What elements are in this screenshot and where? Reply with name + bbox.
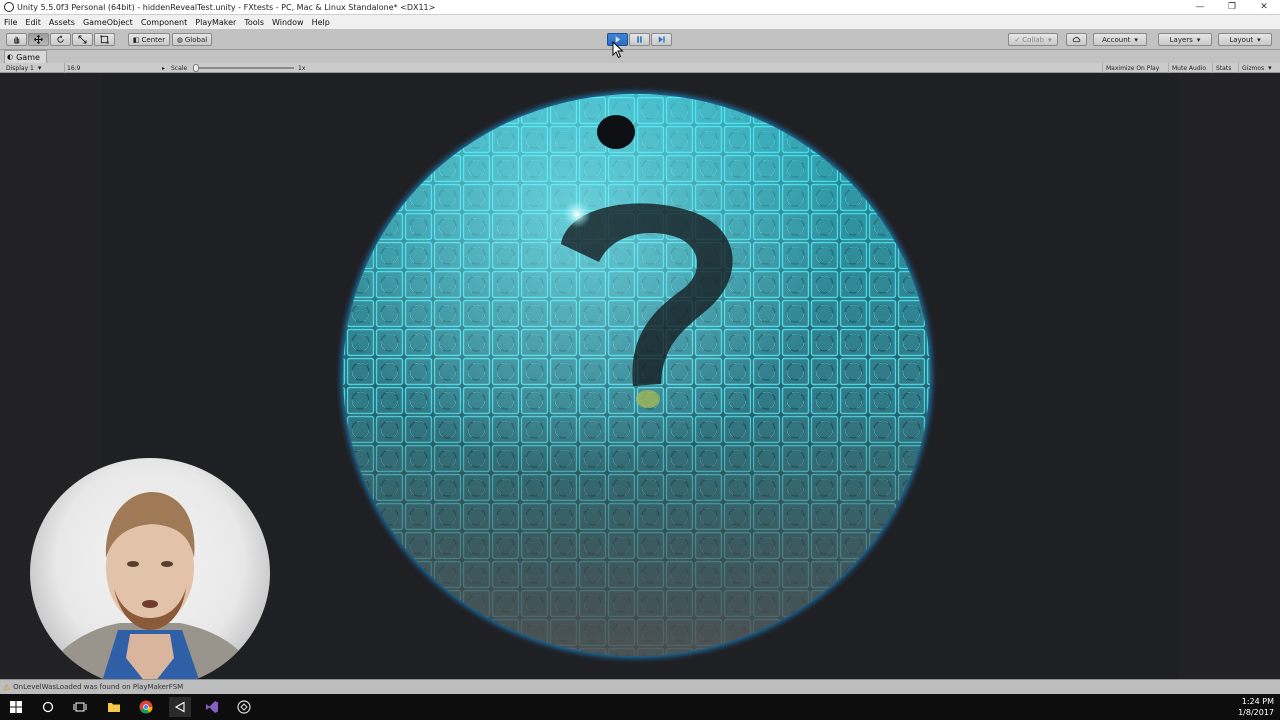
- console-status-bar[interactable]: ⚠ OnLevelWasLoaded was found on PlayMake…: [0, 679, 1280, 694]
- cortana-search-icon[interactable]: [37, 697, 59, 717]
- pause-button[interactable]: [629, 33, 650, 46]
- main-toolbar: ◧ Center ◍ Global ✓ Collab Account Layer…: [0, 29, 1280, 50]
- scale-label: Scale: [171, 64, 188, 72]
- display-dropdown[interactable]: Display 1: [6, 63, 58, 73]
- maximize-on-play-label: Maximize On Play: [1106, 64, 1160, 72]
- check-icon: ✓: [1014, 35, 1021, 44]
- stats-label: Stats: [1216, 64, 1232, 72]
- move-tool-button[interactable]: [28, 33, 49, 46]
- clock-date: 1/8/2017: [1238, 708, 1274, 717]
- visual-studio-icon[interactable]: [201, 697, 223, 717]
- app-circle-icon[interactable]: [233, 697, 255, 717]
- minimize-button[interactable]: —: [1184, 0, 1216, 15]
- hand-tool-button[interactable]: [6, 33, 27, 46]
- hand-icon: [14, 36, 20, 44]
- space-global-toggle[interactable]: ◍ Global: [172, 33, 212, 46]
- menu-playmaker[interactable]: PlayMaker: [195, 18, 236, 27]
- step-button[interactable]: [651, 33, 672, 46]
- game-view-controlbar: Display 1 16:9 ▸ Scale 1x Maximize On Pl…: [0, 63, 1280, 73]
- cloud-button[interactable]: [1066, 33, 1087, 46]
- status-message: OnLevelWasLoaded was found on PlayMakerF…: [13, 683, 184, 691]
- display-label: Display 1: [6, 64, 41, 72]
- layers-dropdown[interactable]: Layers: [1158, 33, 1212, 46]
- menu-help[interactable]: Help: [312, 18, 330, 27]
- game-tab-icon: ◐: [7, 53, 14, 61]
- clock-time: 1:24 PM: [1241, 697, 1274, 706]
- space-global-label: Global: [184, 35, 208, 44]
- mute-audio-toggle[interactable]: Mute Audio: [1168, 63, 1212, 73]
- webcam-overlay: [30, 458, 270, 688]
- presenter-video: [40, 492, 262, 688]
- game-tab-label: Game: [16, 52, 40, 62]
- unity-taskbar-icon[interactable]: [169, 697, 191, 717]
- menu-tools[interactable]: Tools: [244, 18, 264, 27]
- windows-start-icon[interactable]: [5, 697, 27, 717]
- account-label: Account: [1102, 36, 1138, 44]
- aspect-dropdown[interactable]: 16:9: [64, 63, 164, 73]
- menu-assets[interactable]: Assets: [49, 18, 75, 27]
- pause-icon: [637, 36, 642, 43]
- menu-bar: File Edit Assets GameObject Component Pl…: [0, 15, 1280, 29]
- scale-slider-thumb[interactable]: [193, 64, 199, 72]
- cloud-icon: [1072, 36, 1081, 43]
- warning-icon: ⚠: [3, 682, 11, 692]
- tiled-reveal-disc: [343, 94, 930, 656]
- game-tab[interactable]: ◐ Game: [4, 50, 47, 63]
- collab-label: Collab: [1022, 36, 1051, 44]
- rect-tool-icon: [100, 35, 109, 44]
- aspect-dropdown-arrow-icon: ▸: [162, 64, 166, 72]
- rotate-tool-button[interactable]: [50, 33, 71, 46]
- stats-toggle[interactable]: Stats: [1212, 63, 1238, 73]
- unity-logo-icon: [4, 2, 14, 12]
- menu-edit[interactable]: Edit: [25, 18, 41, 27]
- mute-audio-label: Mute Audio: [1172, 64, 1206, 72]
- scale-slider-track[interactable]: [196, 67, 294, 69]
- move-icon: [34, 35, 43, 44]
- file-explorer-icon[interactable]: [103, 697, 125, 717]
- question-mark-dot: [636, 390, 660, 408]
- mouse-cursor-icon: [612, 41, 624, 59]
- disc-render: [343, 94, 930, 656]
- menu-component[interactable]: Component: [141, 18, 187, 27]
- account-dropdown[interactable]: Account: [1093, 33, 1147, 46]
- menu-file[interactable]: File: [4, 18, 17, 27]
- gizmos-label: Gizmos: [1242, 64, 1272, 72]
- light-spark: [563, 200, 591, 228]
- rect-tool-button[interactable]: [94, 33, 115, 46]
- scale-icon: [78, 35, 87, 44]
- menu-window[interactable]: Window: [272, 18, 304, 27]
- gizmos-dropdown[interactable]: Gizmos: [1238, 63, 1278, 73]
- task-view-icon[interactable]: [69, 697, 91, 717]
- window-title: Unity 5.5.0f3 Personal (64bit) - hiddenR…: [17, 2, 436, 12]
- scale-value: 1x: [298, 64, 306, 72]
- taskbar-clock[interactable]: 1:24 PM 1/8/2017: [1234, 696, 1274, 718]
- menu-gameobject[interactable]: GameObject: [83, 18, 133, 27]
- scale-tool-button[interactable]: [72, 33, 93, 46]
- windows-taskbar: 1:24 PM 1/8/2017: [0, 694, 1280, 720]
- pivot-center-label: Center: [141, 35, 166, 44]
- rotate-icon: [57, 35, 64, 43]
- layers-label: Layers: [1170, 36, 1201, 44]
- chrome-icon[interactable]: [135, 697, 157, 717]
- step-icon: [658, 36, 665, 43]
- collab-dropdown[interactable]: ✓ Collab: [1008, 33, 1058, 46]
- maximize-on-play-toggle[interactable]: Maximize On Play: [1102, 63, 1168, 73]
- layout-label: Layout: [1229, 36, 1260, 44]
- close-button[interactable]: ✕: [1248, 0, 1280, 15]
- pivot-icon: ◧: [132, 35, 140, 44]
- window-title-bar: Unity 5.5.0f3 Personal (64bit) - hiddenR…: [0, 0, 1280, 15]
- pivot-center-toggle[interactable]: ◧ Center: [128, 33, 170, 46]
- globe-icon: ◍: [176, 35, 183, 44]
- disc-hanging-hole: [597, 115, 635, 149]
- layout-dropdown[interactable]: Layout: [1218, 33, 1272, 46]
- game-view-header: ◐ Game: [0, 50, 1280, 63]
- restore-button[interactable]: ❐: [1216, 0, 1248, 15]
- aspect-label: 16:9: [67, 64, 81, 72]
